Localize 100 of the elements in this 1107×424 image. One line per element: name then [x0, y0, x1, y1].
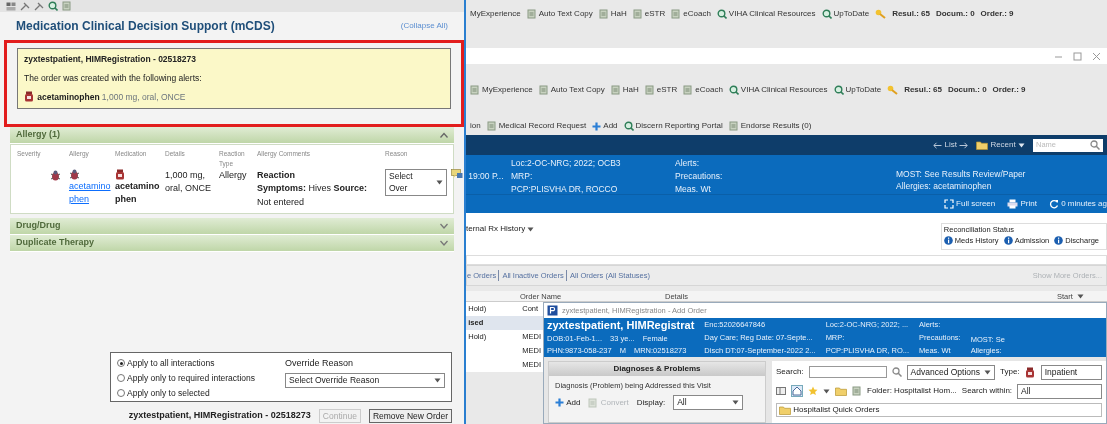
info-icon: [1054, 236, 1064, 246]
banner-text: Precautions:: [675, 169, 724, 183]
medication-name: acetaminophen: [115, 179, 161, 206]
details-text: 1,000 mg, oral, ONCE: [165, 168, 212, 195]
radio-option[interactable]: Apply only to selected: [117, 387, 256, 400]
allergy-link[interactable]: acetaminophen: [69, 179, 111, 207]
magnifier-icon: [716, 9, 727, 19]
toolbar-item[interactable]: eSTR: [632, 8, 666, 20]
toolbar-item[interactable]: VIHA Clinical Resources: [716, 8, 816, 20]
panel-title: Medication Clinical Decision Support (mCDS): [16, 18, 275, 35]
medication-icon: [115, 168, 126, 180]
search-icon: [1090, 140, 1100, 150]
override-reason-select[interactable]: Select Override Reason: [285, 372, 445, 388]
medication-icon: [1024, 366, 1036, 378]
patient-name: zyxtestpatient, HIMRegistrat: [547, 319, 695, 332]
search-label: Search:: [776, 366, 804, 379]
info-icon: [1003, 236, 1013, 246]
toolbar-item[interactable]: Discern Reporting Portal: [623, 120, 723, 132]
doc-icon: [610, 85, 621, 95]
section-header[interactable]: Allergy (1): [10, 127, 454, 144]
magnifier-icon: [728, 85, 739, 95]
toolbar-item[interactable]: HaH: [598, 8, 627, 20]
caret-icon: [1018, 142, 1025, 148]
expand-icon: [943, 199, 954, 209]
toolbar-item[interactable]: Auto Text Copy: [526, 8, 593, 20]
rx-history-menu[interactable]: ternal Rx History: [466, 223, 535, 235]
search-within-select[interactable]: All: [1017, 383, 1102, 399]
magnifier-icon: [623, 121, 634, 131]
plus-icon: [555, 398, 564, 408]
banner-action[interactable]: Print: [1007, 198, 1037, 210]
doc-icon: [852, 386, 862, 397]
toolbar-item[interactable]: UpToDate: [833, 84, 882, 96]
section-header[interactable]: Drug/Drug: [10, 218, 454, 235]
star-icon: [808, 386, 818, 397]
section-title: Drug/Drug: [16, 219, 61, 233]
doc-icon: [598, 9, 609, 19]
toolbar-item[interactable]: UpToDate: [821, 8, 870, 20]
doc-icon: [588, 397, 599, 408]
counter-text: Order.: 9: [992, 84, 1026, 96]
doc-icon: [728, 121, 739, 131]
recent-menu[interactable]: Recent: [976, 139, 1025, 151]
doc-icon: [644, 85, 655, 95]
footer-button[interactable]: Remove New Order: [368, 408, 452, 423]
pin-icon: [20, 1, 30, 11]
medication-icon: [24, 91, 35, 103]
toolbar-item[interactable]: Auto Text Copy: [538, 84, 605, 96]
search-field[interactable]: [808, 366, 887, 379]
toolbar-button[interactable]: Add: [555, 396, 581, 409]
radio-option[interactable]: Apply to all interactions: [117, 357, 256, 370]
panel-icon: [776, 386, 786, 397]
search-within-label: Search within:: [961, 385, 1013, 398]
magnifier-icon: [48, 1, 58, 11]
banner-action[interactable]: 0 minutes ag: [1048, 198, 1107, 210]
alert-message: The order was created with the following alerts:: [24, 71, 203, 85]
toolbar-item[interactable]: MyExperience: [470, 84, 533, 96]
filter-field[interactable]: [466, 255, 1107, 265]
caret-icon: [527, 226, 535, 232]
caret-icon: [984, 369, 992, 375]
close-icon: [1092, 51, 1101, 61]
toolbar-item[interactable]: Medical Record Request: [486, 120, 587, 132]
folder-path: Folder: Hospitalist Hom...: [867, 385, 957, 398]
type-select[interactable]: Inpatient: [1040, 365, 1102, 380]
toolbar-item[interactable]: eCoach: [671, 8, 711, 20]
reason-select[interactable]: Select Over: [385, 168, 447, 196]
banner-text: Loc:2-OC-NRG; 2022; OCB3: [511, 157, 622, 170]
counter-text: Order.: 9: [980, 8, 1014, 20]
toolbar-item[interactable]: MyExperience: [470, 8, 521, 20]
toolbar-item[interactable]: Endorse Results (0): [728, 120, 812, 132]
printer-icon: [1007, 199, 1019, 209]
toolbar-item[interactable]: eCoach: [683, 84, 723, 96]
section-header[interactable]: Duplicate Therapy: [10, 235, 454, 252]
right-arrow-icon: [959, 141, 969, 149]
advanced-options-select[interactable]: Advanced Options: [906, 365, 996, 380]
grid-icon: [6, 1, 16, 11]
folder-icon: [976, 140, 989, 150]
toolbar-item[interactable]: eSTR: [644, 84, 678, 96]
doc-icon: [671, 9, 682, 19]
doc-icon: [683, 85, 694, 95]
toolbar-item[interactable]: HaH: [610, 84, 639, 96]
toolbar-item[interactable]: ion: [470, 120, 481, 132]
refresh-icon: [1048, 199, 1059, 209]
reaction-type: Allergy: [219, 168, 248, 182]
list-nav[interactable]: List: [933, 139, 969, 151]
patient-name: zyxtestpatient, HIMRegistration - 02518273: [128, 408, 311, 422]
type-label: Type:: [1000, 366, 1020, 379]
radio-option[interactable]: Apply only to required interactions: [117, 372, 256, 385]
banner-text: Meas. Wt: [675, 182, 712, 196]
drug-details: 1,000 mg, oral, ONCE: [101, 90, 186, 104]
counter-text: Resul.: 65: [892, 8, 930, 20]
banner-text: PCP:PLISVHA DR, ROCCO: [511, 182, 619, 196]
doc-icon: [526, 9, 537, 19]
toolbar-item[interactable]: VIHA Clinical Resources: [728, 84, 828, 96]
toolbar-item[interactable]: Add: [592, 120, 618, 132]
allergy-comment: Symptoms: Hives Source: Not entered: [257, 182, 369, 209]
caret-icon: [1077, 294, 1085, 300]
banner-action[interactable]: Full screen: [943, 198, 996, 210]
drug-name: acetaminophen: [37, 90, 100, 104]
doc-icon: [62, 1, 72, 11]
display-select[interactable]: All: [673, 395, 744, 410]
display-label: Display:: [636, 396, 666, 409]
